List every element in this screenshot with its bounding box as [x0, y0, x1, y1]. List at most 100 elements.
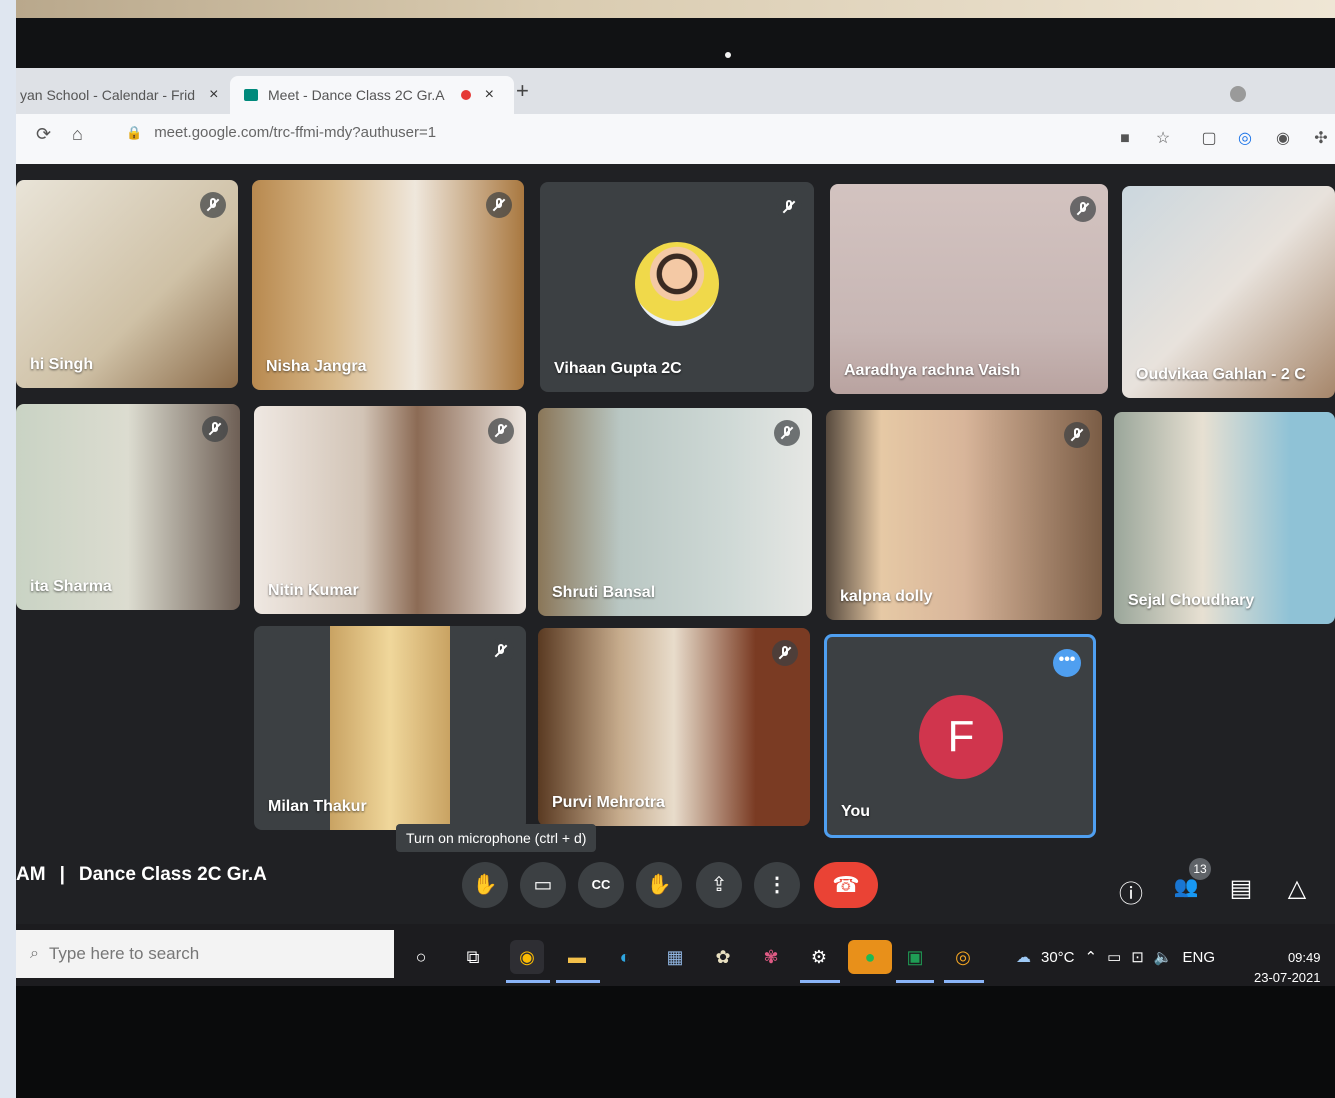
bookmark-star-icon[interactable]: ☆	[1154, 130, 1172, 148]
muted-mic-icon	[1070, 196, 1096, 222]
muted-mic-icon	[202, 416, 228, 442]
muted-mic-icon	[772, 640, 798, 666]
settings-icon[interactable]: ⚙	[802, 940, 836, 974]
meeting-info-icon[interactable]: ⓘ	[1116, 874, 1146, 909]
participant-tile[interactable]: Shruti Bansal	[538, 408, 812, 616]
separator: |	[59, 864, 65, 885]
screen-bezel-top	[16, 18, 1335, 68]
clock-time: 09:49	[1287, 950, 1321, 965]
tab-meet[interactable]: Meet - Dance Class 2C Gr.A ×	[230, 76, 514, 114]
active-app-indicator	[800, 980, 840, 983]
spotify-icon[interactable]: ●	[848, 940, 892, 974]
weather-icon: ☁	[1016, 949, 1031, 966]
new-tab-button[interactable]: +	[516, 78, 529, 104]
muted-mic-icon	[488, 418, 514, 444]
tab-calendar[interactable]: yan School - Calendar - Frid ×	[16, 76, 230, 114]
microphone-button[interactable]: ✋	[462, 862, 508, 908]
self-tile[interactable]: F ••• You	[824, 634, 1096, 838]
profile-icon[interactable]: ◉	[1274, 130, 1292, 148]
search-icon: ⌕	[30, 945, 39, 962]
active-app-indicator	[556, 980, 600, 983]
language-indicator[interactable]: ENG	[1183, 949, 1216, 966]
participant-tile[interactable]: Sejal Choudhary	[1114, 412, 1335, 624]
meeting-title: Dance Class 2C Gr.A	[78, 864, 267, 885]
end-call-button[interactable]: ☎	[814, 862, 878, 908]
participant-tile[interactable]: Nitin Kumar	[254, 406, 526, 614]
edge-icon[interactable]: ◐	[608, 940, 642, 974]
reload-icon[interactable]: ⟳	[36, 124, 51, 145]
meeting-details: AM | Dance Class 2C Gr.A	[16, 864, 267, 886]
meet-logo-icon	[244, 89, 258, 101]
cortana-icon[interactable]: ○	[404, 940, 438, 974]
chat-icon[interactable]: ▤	[1226, 874, 1256, 903]
muted-mic-icon	[1064, 422, 1090, 448]
more-options-button[interactable]: •••	[1053, 649, 1081, 677]
participant-name: Milan Thakur	[268, 798, 367, 815]
app-icon[interactable]: ✿	[706, 940, 740, 974]
people-count-badge: 13	[1189, 858, 1211, 880]
excel-icon[interactable]: ▣	[898, 940, 932, 974]
tab-label: yan School - Calendar - Frid	[20, 87, 196, 103]
weather-temp[interactable]: 30°C	[1041, 949, 1075, 966]
muted-mic-icon	[774, 420, 800, 446]
browser-profile-icon[interactable]	[1230, 86, 1246, 102]
battery-icon[interactable]: ▭	[1107, 948, 1121, 966]
file-explorer-icon[interactable]: ▬	[560, 940, 594, 974]
close-tab-icon[interactable]: ×	[485, 86, 494, 104]
screen-bezel-bottom	[16, 986, 1335, 1098]
captions-button[interactable]: CC	[578, 862, 624, 908]
participant-name: Oudvikaa Gahlan - 2 C	[1136, 366, 1306, 383]
url-text: meet.google.com/trc-ffmi-mdy?authuser=1	[154, 124, 437, 141]
volume-icon[interactable]: 🔈	[1154, 948, 1173, 966]
participant-tile[interactable]: ita Sharma	[16, 404, 240, 610]
address-bar[interactable]: 🔒 meet.google.com/trc-ffmi-mdy?authuser=…	[126, 124, 436, 141]
taskbar-search-box[interactable]: ⌕ Type here to search	[16, 930, 394, 978]
extension-icon[interactable]: ▢	[1200, 130, 1218, 148]
camera-button[interactable]: ▭	[520, 862, 566, 908]
photo-of-laptop-screen: yan School - Calendar - Frid × Meet - Da…	[16, 0, 1335, 1098]
search-placeholder: Type here to search	[48, 944, 200, 963]
participant-name: Purvi Mehrotra	[552, 794, 665, 811]
present-button[interactable]: ⇪	[696, 862, 742, 908]
meet-grid: hi Singh Nisha Jangra Vihaan Gupta 2C Aa…	[16, 164, 1335, 924]
chrome-icon[interactable]: ◉	[510, 940, 544, 974]
camera-in-use-icon[interactable]: ■	[1116, 130, 1134, 148]
avatar	[635, 242, 719, 326]
participant-name: Sejal Choudhary	[1128, 592, 1255, 609]
participant-tile[interactable]: Milan Thakur	[254, 626, 526, 830]
participant-tile[interactable]: Nisha Jangra	[252, 180, 524, 390]
participant-name: Aaradhya rachna Vaish	[844, 362, 1021, 379]
raise-hand-button[interactable]: ✋	[636, 862, 682, 908]
active-app-indicator	[896, 980, 934, 983]
activities-icon[interactable]: △	[1282, 874, 1312, 903]
tab-label: Meet - Dance Class 2C Gr.A	[268, 87, 445, 103]
browser-tab-bar: yan School - Calendar - Frid × Meet - Da…	[16, 68, 1335, 114]
participant-tile[interactable]: Aaradhya rachna Vaish	[830, 184, 1108, 394]
participant-name: ita Sharma	[30, 578, 112, 595]
calculator-icon[interactable]: ▦	[658, 940, 692, 974]
chevron-up-icon[interactable]: ⌃	[1085, 948, 1098, 966]
more-options-button[interactable]: ⋮	[754, 862, 800, 908]
participant-tile[interactable]: Vihaan Gupta 2C	[540, 182, 814, 392]
active-app-indicator	[506, 980, 550, 983]
app-icon[interactable]: ✾	[754, 940, 788, 974]
background-wall	[16, 0, 1335, 18]
muted-mic-icon	[486, 192, 512, 218]
participant-tile[interactable]: kalpna dolly	[826, 410, 1102, 620]
home-icon[interactable]: ⌂	[72, 124, 83, 145]
app-icon[interactable]: ◎	[946, 940, 980, 974]
close-tab-icon[interactable]: ×	[209, 86, 218, 104]
meeting-time: AM	[16, 864, 46, 885]
participant-name: Nitin Kumar	[268, 582, 359, 599]
participant-tile[interactable]: hi Singh	[16, 180, 238, 388]
participant-tile[interactable]: Oudvikaa Gahlan - 2 C	[1122, 186, 1335, 398]
participant-tile[interactable]: Purvi Mehrotra	[538, 628, 810, 826]
puzzle-extensions-icon[interactable]: ✣	[1312, 130, 1330, 148]
taskbar-clock[interactable]: 09:49 23-07-2021	[1254, 948, 1321, 988]
task-view-icon[interactable]: ⧉	[456, 940, 490, 974]
extension-icon[interactable]: ◎	[1236, 130, 1254, 148]
network-icon[interactable]: ⊡	[1131, 948, 1144, 966]
muted-mic-icon	[200, 192, 226, 218]
muted-mic-icon	[488, 638, 514, 664]
recording-indicator-icon	[460, 90, 471, 100]
